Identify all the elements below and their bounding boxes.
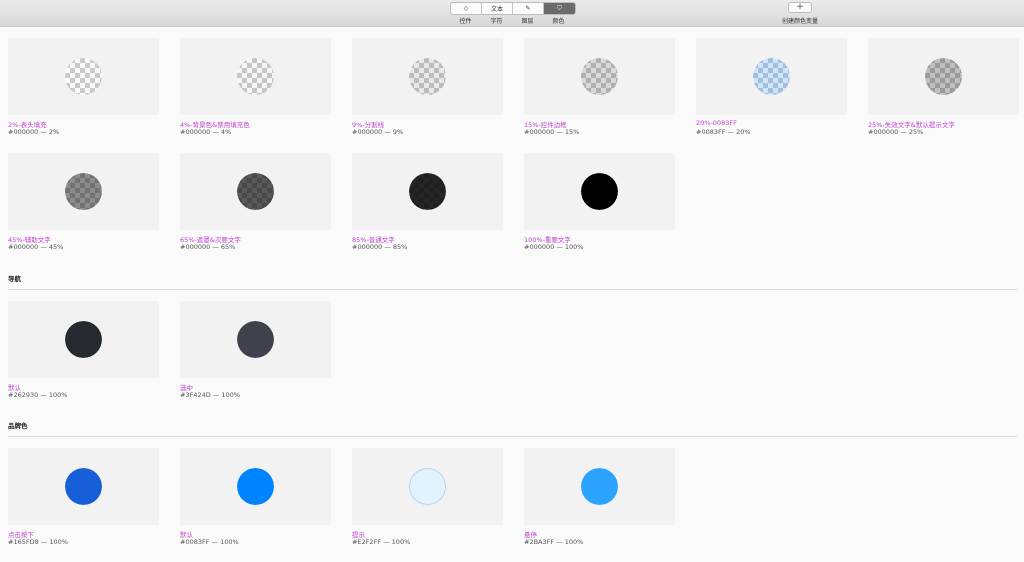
plus-icon[interactable]: + — [788, 2, 812, 13]
tab-colors-label[interactable]: 颜色 — [543, 16, 574, 25]
color-card[interactable]: 85%-普通文字 #000000 — 85% — [352, 153, 503, 251]
color-value: #000000 — 85% — [352, 243, 408, 251]
color-value: #000000 — 25% — [868, 128, 924, 136]
color-swatch — [409, 173, 446, 210]
swatch-box — [696, 38, 847, 115]
color-card[interactable]: 9%-分割线 #000000 — 9% — [352, 38, 503, 136]
tab-controls-label[interactable]: 控件 — [450, 16, 481, 25]
create-color-variable: + 创建颜色变量 — [770, 2, 830, 25]
color-card[interactable]: 20%-0083FF #0083FF — 20% — [696, 38, 847, 136]
color-swatch — [237, 468, 274, 505]
paint-bucket-icon[interactable]: ⛉ — [544, 3, 575, 14]
color-swatch — [237, 58, 274, 95]
color-value: #0083FF — 20% — [696, 128, 751, 136]
swatch-box — [352, 153, 503, 230]
swatch-box — [352, 448, 503, 525]
color-value: #000000 — 2% — [8, 128, 60, 136]
section-divider — [8, 436, 1017, 437]
swatch-box — [8, 448, 159, 525]
color-swatch — [237, 173, 274, 210]
color-value: #165FD8 — 100% — [8, 538, 68, 546]
swatch-box — [524, 38, 675, 115]
swatch-box — [180, 153, 331, 230]
color-swatch — [581, 58, 618, 95]
color-value: #000000 — 100% — [524, 243, 584, 251]
swatch-box — [8, 38, 159, 115]
segment-labels: 控件 字符 图层 颜色 — [450, 16, 574, 25]
color-card[interactable]: 默认 #262930 — 100% — [8, 301, 159, 399]
section-divider — [8, 289, 1017, 290]
color-value: #000000 — 4% — [180, 128, 232, 136]
section-title-nav: 导航 — [8, 275, 21, 283]
color-value: #E2F2FF — 100% — [352, 538, 411, 546]
diamond-icon[interactable]: ◇ — [451, 3, 482, 14]
color-card[interactable]: 2%-表头填充 #000000 — 2% — [8, 38, 159, 136]
color-value: #0083FF — 100% — [180, 538, 239, 546]
color-value: #000000 — 65% — [180, 243, 236, 251]
view-segmented-control: ◇ 文本 ✎ ⛉ — [450, 2, 576, 15]
color-value: #2BA3FF — 100% — [524, 538, 584, 546]
color-swatch — [581, 468, 618, 505]
swatch-box — [180, 301, 331, 378]
section-title-brand: 品牌色 — [8, 422, 28, 430]
color-card[interactable]: 100%-重要文字 #000000 — 100% — [524, 153, 675, 251]
color-value: #3F424D — 100% — [180, 391, 240, 399]
swatch-box — [868, 38, 1019, 115]
color-value: #000000 — 45% — [8, 243, 64, 251]
tab-layers-label[interactable]: 图层 — [512, 16, 543, 25]
color-swatch — [65, 321, 102, 358]
color-swatch — [65, 468, 102, 505]
color-swatch — [65, 58, 102, 95]
color-swatch — [237, 321, 274, 358]
color-swatch — [925, 58, 962, 95]
color-card[interactable]: 点击按下 #165FD8 — 100% — [8, 448, 159, 546]
color-card[interactable]: 4%-背景色&禁用填充色 #000000 — 4% — [180, 38, 331, 136]
color-card[interactable]: 选中 #3F424D — 100% — [180, 301, 331, 399]
color-swatch — [753, 58, 790, 95]
swatch-box — [8, 153, 159, 230]
swatch-box — [524, 153, 675, 230]
color-value: #262930 — 100% — [8, 391, 68, 399]
color-name: 20%-0083FF — [696, 119, 737, 127]
color-card[interactable]: 15%-控件边框 #000000 — 15% — [524, 38, 675, 136]
swatch-box — [524, 448, 675, 525]
swatch-box — [8, 301, 159, 378]
color-card[interactable]: 提示 #E2F2FF — 100% — [352, 448, 503, 546]
swatch-box — [180, 448, 331, 525]
text-icon[interactable]: 文本 — [482, 3, 513, 14]
pen-icon[interactable]: ✎ — [513, 3, 544, 14]
color-card[interactable]: 25%-失效文字&默认提示文字 #000000 — 25% — [868, 38, 1019, 136]
create-color-variable-label[interactable]: 创建颜色变量 — [770, 16, 830, 25]
color-swatch — [581, 173, 618, 210]
color-value: #000000 — 15% — [524, 128, 580, 136]
color-card[interactable]: 默认 #0083FF — 100% — [180, 448, 331, 546]
color-card[interactable]: 悬停 #2BA3FF — 100% — [524, 448, 675, 546]
color-card[interactable]: 45%-辅助文字 #000000 — 45% — [8, 153, 159, 251]
tab-characters-label[interactable]: 字符 — [481, 16, 512, 25]
swatch-box — [180, 38, 331, 115]
color-card[interactable]: 65%-遮罩&次要文字 #000000 — 65% — [180, 153, 331, 251]
swatch-box — [352, 38, 503, 115]
color-swatch — [65, 173, 102, 210]
toolbar: ◇ 文本 ✎ ⛉ 控件 字符 图层 颜色 + 创建颜色变量 — [0, 0, 1024, 27]
color-swatch — [409, 58, 446, 95]
color-value: #000000 — 9% — [352, 128, 404, 136]
color-swatch — [409, 468, 446, 505]
